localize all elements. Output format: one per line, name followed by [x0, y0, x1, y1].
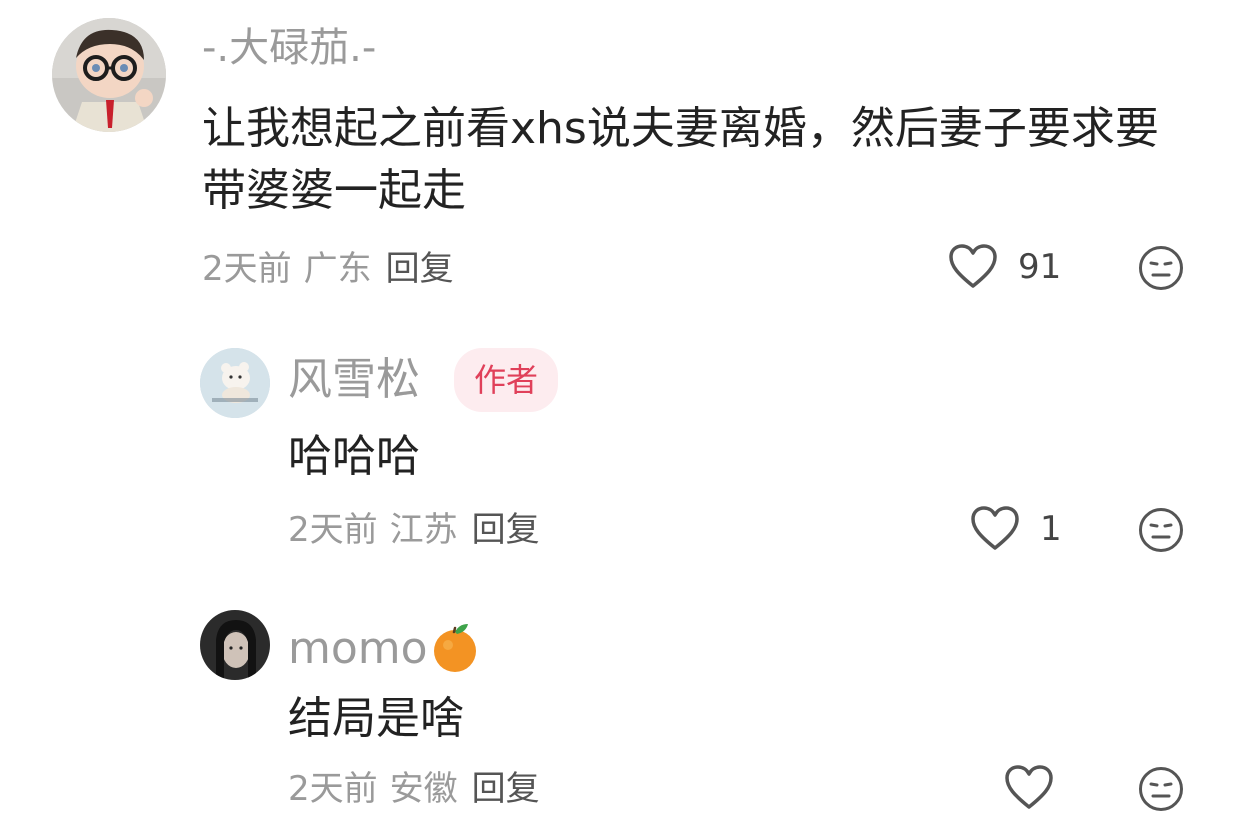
like-button[interactable]: 1: [970, 506, 1062, 552]
heart-outline-icon: [1005, 765, 1053, 809]
orange-emoji-icon: [428, 620, 482, 682]
comment-text: 结局是啥: [288, 693, 464, 744]
neutral-face-icon: [1139, 767, 1183, 811]
comment-meta: 2天前 安徽 回复: [288, 772, 540, 806]
username[interactable]: -.大碌茄.-: [202, 28, 376, 68]
dislike-button[interactable]: [1138, 766, 1184, 812]
avatar-image: [200, 348, 270, 418]
username-text: momo: [288, 623, 428, 674]
reply-button[interactable]: 回复: [386, 249, 454, 289]
comment-time: 2天前: [288, 769, 378, 809]
neutral-face-icon: [1139, 246, 1183, 290]
avatar[interactable]: [52, 18, 166, 132]
reply-button[interactable]: 回复: [472, 510, 540, 550]
like-count: 91: [1018, 247, 1062, 287]
reply-button[interactable]: 回复: [472, 769, 540, 809]
avatar[interactable]: [200, 348, 270, 418]
like-button[interactable]: [1004, 765, 1054, 811]
avatar[interactable]: [200, 610, 270, 680]
heart-outline-icon: [971, 506, 1019, 550]
comment-meta: 2天前 江苏 回复: [288, 513, 540, 547]
comment-time: 2天前: [202, 249, 292, 289]
comment-location: 广东: [303, 249, 372, 289]
username[interactable]: momo: [288, 620, 482, 682]
like-button[interactable]: 91: [948, 244, 1061, 290]
avatar-image: [52, 18, 166, 132]
avatar-image: [200, 610, 270, 680]
author-badge: 作者: [454, 348, 559, 412]
comment-location: 江苏: [389, 510, 458, 550]
username[interactable]: 风雪松: [288, 358, 420, 402]
comment-thread: -.大碌茄.- 让我想起之前看xhs说夫妻离婚，然后妻子要求要带婆婆一起走 2天…: [0, 0, 1260, 839]
like-count: 1: [1040, 509, 1062, 549]
comment-time: 2天前: [288, 510, 378, 550]
comment-text: 让我想起之前看xhs说夫妻离婚，然后妻子要求要带婆婆一起走: [202, 103, 1159, 216]
dislike-button[interactable]: [1138, 507, 1184, 553]
neutral-face-icon: [1139, 508, 1183, 552]
comment-location: 安徽: [389, 769, 458, 809]
comment-text: 哈哈哈: [288, 431, 420, 482]
heart-outline-icon: [949, 244, 997, 288]
dislike-button[interactable]: [1138, 245, 1184, 291]
comment-meta: 2天前 广东 回复: [202, 252, 454, 286]
